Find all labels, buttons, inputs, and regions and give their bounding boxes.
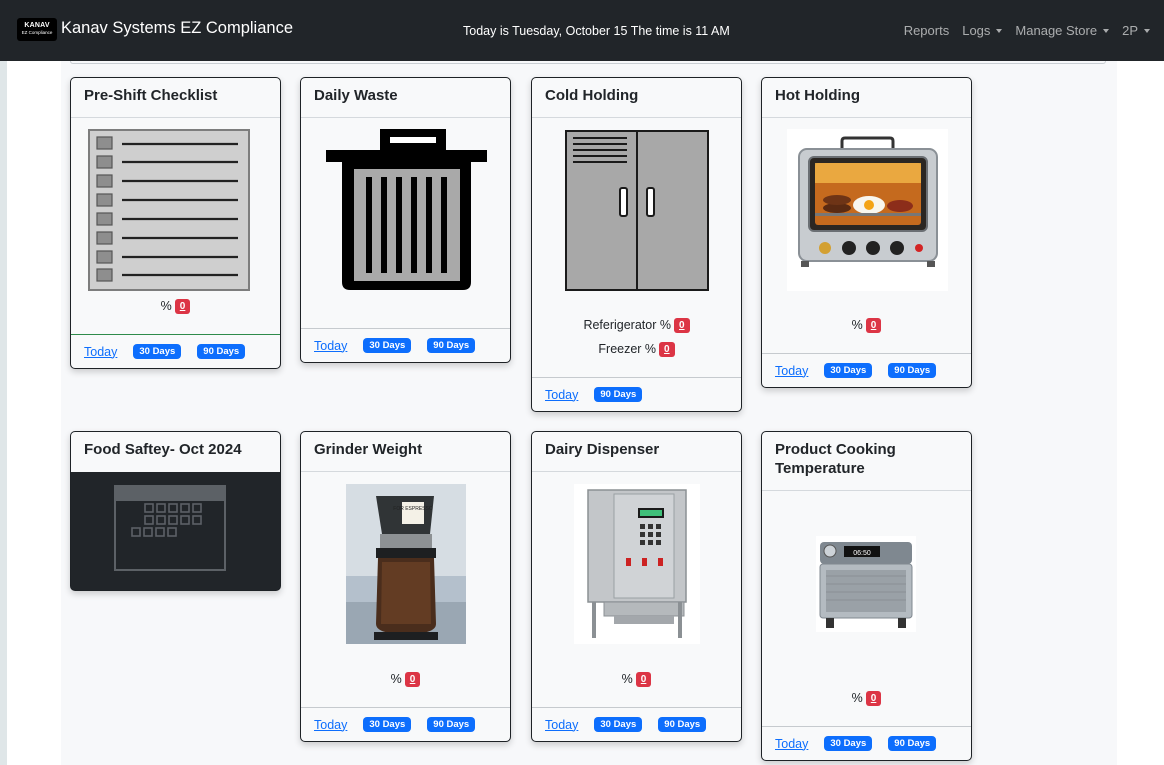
card-daily-waste: Daily Waste Today 30 Days 90 Days (300, 77, 511, 363)
caret-down-icon (1103, 29, 1110, 33)
90-days-button[interactable]: 90 Days (427, 338, 476, 353)
card-footer: Today 30 Days 90 Days (301, 328, 510, 362)
card-cold-holding: Cold Holding Referigerator % 0 Freezer % 0… (531, 77, 742, 412)
metric-badge[interactable]: 0 (673, 318, 690, 333)
top-divider (70, 61, 1106, 64)
metric-badge[interactable]: 0 (635, 672, 652, 687)
caret-down-icon (1144, 29, 1150, 33)
30-days-button[interactable]: 30 Days (363, 338, 412, 353)
refrigerator-icon[interactable] (565, 130, 709, 291)
card-title: Product Cooking Temperature (762, 432, 971, 491)
caret-down-icon (996, 29, 1003, 33)
30-days-button[interactable]: 30 Days (363, 717, 412, 732)
card-title: Daily Waste (301, 78, 510, 118)
90-days-button[interactable]: 90 Days (197, 344, 246, 359)
nav-manage-store-dropdown[interactable]: Manage Store (1015, 23, 1110, 38)
trash-can-icon[interactable] (326, 129, 487, 291)
30-days-button[interactable]: 30 Days (824, 363, 873, 378)
today-link[interactable]: Today (84, 345, 117, 359)
current-datetime: Today is Tuesday, October 15 The time is… (463, 24, 730, 38)
card-product-cooking-temperature: Product Cooking Temperature 06:50 % 0 Tod… (761, 431, 972, 761)
nav-logs-dropdown[interactable]: Logs (962, 23, 1003, 38)
card-dairy-dispenser: Dairy Dispenser % 0 Today 30 Days 90 Days (531, 431, 742, 742)
nav-logs-label: Logs (962, 23, 991, 38)
card-preshift-checklist: Pre-Shift Checklist % 0 Today 30 Days 90 … (70, 77, 281, 369)
metric-label: Referigerator % (583, 318, 671, 332)
30-days-button[interactable]: 30 Days (133, 344, 182, 359)
card-food-safety: Food Saftey- Oct 2024 (70, 431, 281, 591)
brand-logo[interactable]: KANAV EZ Compliance (17, 18, 57, 41)
card-footer: Today 30 Days 90 Days (71, 334, 280, 368)
logo-subtext: EZ Compliance (21, 30, 53, 35)
today-link[interactable]: Today (314, 339, 347, 353)
coffee-grinder-image[interactable]: FOR ESPRESSO (346, 484, 466, 644)
metric-label: % (160, 299, 172, 313)
completion-metric: % 0 (762, 691, 971, 706)
completion-metric: % 0 (301, 672, 510, 687)
metric-label: % (851, 318, 863, 332)
card-footer: Today 30 Days 90 Days (762, 726, 971, 760)
card-title: Cold Holding (532, 78, 741, 118)
right-gutter (1117, 61, 1164, 765)
metric-label: % (390, 672, 402, 686)
30-days-button[interactable]: 30 Days (824, 736, 873, 751)
metric-label: % (851, 691, 863, 705)
card-title: Pre-Shift Checklist (71, 78, 280, 118)
card-title: Food Saftey- Oct 2024 (71, 432, 280, 472)
90-days-button[interactable]: 90 Days (888, 363, 937, 378)
card-hot-holding: Hot Holding % 0 Today 30 Days 90 Days (761, 77, 972, 388)
metric-label: Freezer % (598, 342, 657, 356)
today-link[interactable]: Today (545, 718, 578, 732)
today-link[interactable]: Today (314, 718, 347, 732)
metric-badge[interactable]: 0 (865, 318, 882, 333)
metric-badge[interactable]: 0 (659, 342, 675, 357)
hot-holding-oven-image[interactable] (787, 129, 948, 291)
nav-menu: Reports Logs Manage Store 2P (904, 23, 1150, 38)
30-days-button[interactable]: 30 Days (594, 717, 643, 732)
card-grinder-weight: Grinder Weight FOR ESPRESSO % 0 Today 30 … (300, 431, 511, 742)
metric-label: % (621, 672, 633, 686)
completion-metric: % 0 (762, 318, 971, 333)
grinder-label: FOR ESPRESSO (393, 506, 433, 512)
logo-text: KANAV (24, 22, 50, 29)
metric-badge[interactable]: 0 (865, 691, 882, 706)
today-link[interactable]: Today (545, 388, 578, 402)
card-title: Hot Holding (762, 78, 971, 118)
today-link[interactable]: Today (775, 364, 808, 378)
90-days-button[interactable]: 90 Days (427, 717, 476, 732)
card-title: Grinder Weight (301, 432, 510, 472)
completion-metric: % 0 (71, 299, 280, 314)
completion-metric: % 0 (532, 672, 741, 687)
card-footer: Today 30 Days 90 Days (762, 353, 971, 387)
90-days-button[interactable]: 90 Days (658, 717, 707, 732)
nav-user-label: 2P (1122, 23, 1138, 38)
rapid-cook-oven-image[interactable]: 06:50 (816, 536, 916, 632)
freezer-metric: Freezer % 0 (532, 342, 741, 357)
oven-display-text: 06:50 (853, 550, 871, 557)
dairy-dispenser-image[interactable] (574, 484, 700, 644)
calendar-icon[interactable] (114, 484, 226, 572)
today-link[interactable]: Today (775, 737, 808, 751)
card-footer: Today 90 Days (532, 377, 741, 411)
refrigerator-metric: Referigerator % 0 (532, 318, 741, 333)
checklist-icon[interactable] (88, 129, 250, 291)
card-title: Dairy Dispenser (532, 432, 741, 472)
top-navbar: KANAV EZ Compliance Kanav Systems EZ Com… (0, 0, 1164, 61)
card-footer: Today 30 Days 90 Days (301, 707, 510, 741)
nav-manage-store-label: Manage Store (1015, 23, 1098, 38)
nav-reports-link[interactable]: Reports (904, 23, 950, 38)
card-footer: Today 30 Days 90 Days (532, 707, 741, 741)
nav-user-dropdown[interactable]: 2P (1122, 23, 1150, 38)
metric-badge[interactable]: 0 (174, 299, 191, 314)
brand-name[interactable]: Kanav Systems EZ Compliance (61, 19, 293, 38)
metric-badge[interactable]: 0 (404, 672, 421, 687)
90-days-button[interactable]: 90 Days (888, 736, 937, 751)
90-days-button[interactable]: 90 Days (594, 387, 643, 402)
left-gutter (0, 61, 7, 765)
